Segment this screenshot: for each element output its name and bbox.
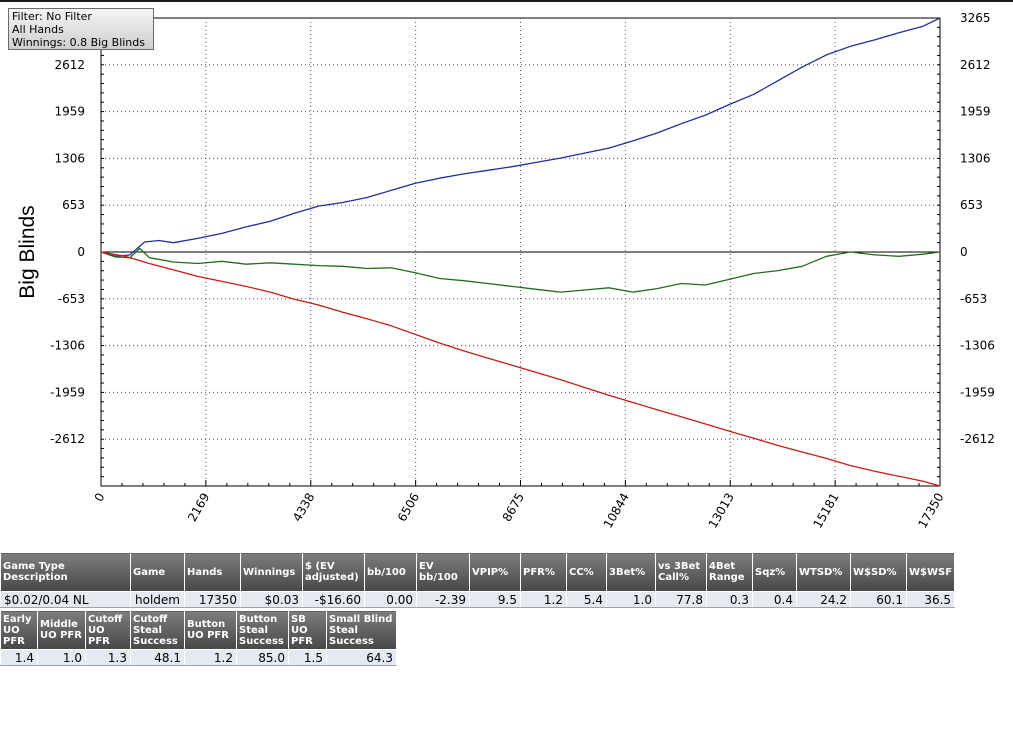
y-tick-label-left: 1959 [54,105,85,119]
y-tick-label-left: -2612 [50,432,85,446]
col-cutoff-uo-pfr[interactable]: Cutoff UO PFR [85,610,131,650]
cell-middle-uo-pfr: 1.0 [37,649,86,666]
cell-ev-adjusted: -$16.60 [302,591,365,608]
y-tick-labels-right: -2612 -1959 -1306 -653 0 653 1306 1959 2612 3265 [960,11,995,446]
y-tick-label-right: -653 [960,292,987,306]
cell-winnings: $0.03 [240,591,303,608]
table-row[interactable]: 1.4 1.0 1.3 48.1 1.2 85.0 1.5 64.3 [0,649,397,666]
table-row[interactable]: $0.02/0.04 NL holdem 17350 $0.03 -$16.60… [0,591,956,608]
col-wtsd[interactable]: WTSD% [796,552,851,592]
col-early-uo-pfr[interactable]: Early UO PFR [0,610,38,650]
x-tick-label: 10844 [601,491,632,531]
col-game[interactable]: Game [130,552,185,592]
col-sb-steal-success[interactable]: Small Blind Steal Success [326,610,397,650]
cell-cc: 5.4 [566,591,607,608]
cell-ev-bb-100: -2.39 [416,591,470,608]
x-tick-label: 6506 [395,491,422,524]
cell-game: holdem [130,591,185,608]
y-tick-label-right: 653 [960,198,983,212]
y-tick-label-left: -1306 [50,339,85,353]
y-tick-labels-left: -2612 -1959 -1306 -653 0 653 1306 1959 2612 [50,58,85,446]
col-pfr[interactable]: PFR% [520,552,567,592]
col-sqz[interactable]: Sqz% [752,552,797,592]
x-tick-label: 17350 [915,491,946,531]
cell-game-type: $0.02/0.04 NL [0,591,131,608]
col-3bet[interactable]: 3Bet% [606,552,656,592]
col-4bet-range[interactable]: 4Bet Range [706,552,753,592]
col-button-steal-success[interactable]: Button Steal Success [236,610,289,650]
y-tick-label-right: 3265 [960,11,991,25]
y-tick-label-right: -2612 [960,432,995,446]
cell-wwsf: 36.5 [905,591,956,608]
x-tick-label: 8675 [500,491,527,524]
y-tick-label-left: 0 [77,245,85,259]
x-tick-label: 15181 [810,491,841,531]
y-tick-label-left: -1959 [50,385,85,399]
cell-early-uo-pfr: 1.4 [0,649,38,666]
x-tick-labels: 0 2169 4338 6506 8675 10844 13013 15181 17350 [92,491,947,531]
cell-sb-steal-success: 64.3 [326,649,397,666]
y-tick-label-right: 1306 [960,151,991,165]
cell-hands: 17350 [184,591,241,608]
x-tick-label: 0 [92,491,108,505]
winnings-chart: -2612 -1959 -1306 -653 0 653 1306 1959 2612 -261… [50,11,995,531]
cell-vpip: 9.5 [469,591,521,608]
x-tick-label: 13013 [706,491,737,531]
x-tick-label: 2169 [185,491,212,524]
cell-sqz: 0.4 [752,591,797,608]
positional-header-row: Early UO PFR Middle UO PFR Cutoff UO PFR… [0,610,397,650]
cell-button-steal-success: 85.0 [236,649,289,666]
col-bb-100[interactable]: bb/100 [364,552,417,592]
cell-wsd: 60.1 [850,591,907,608]
winnings-line: Winnings: 0.8 Big Blinds [12,36,145,49]
cell-button-uo-pfr: 1.2 [184,649,237,666]
y-tick-label-left: 1306 [54,151,85,165]
cell-cutoff-uo-pfr: 1.3 [85,649,131,666]
col-hands[interactable]: Hands [184,552,241,592]
y-tick-label-right: -1306 [960,339,995,353]
y-tick-label-right: 2612 [960,58,991,72]
col-cutoff-steal-success[interactable]: Cutoff Steal Success [130,610,185,650]
col-ev-adjusted[interactable]: $ (EV adjusted) [302,552,365,592]
filter-info-box: Filter: No Filter All Hands Winnings: 0.… [8,8,154,50]
y-tick-label-left: -653 [58,292,85,306]
stats-table-positional: Early UO PFR Middle UO PFR Cutoff UO PFR… [0,610,397,666]
col-game-type[interactable]: Game Type Description [0,552,131,592]
col-ev-bb-100[interactable]: EV bb/100 [416,552,470,592]
col-winnings[interactable]: Winnings [240,552,303,592]
col-wwsf[interactable]: W$WSF [905,552,956,592]
y-tick-label-right: -1959 [960,385,995,399]
col-vs-3bet-call[interactable]: vs 3Bet Call% [655,552,707,592]
y-axis-label-text: Big Blinds [16,205,39,299]
cell-bb-100: 0.00 [364,591,417,608]
y-tick-label-right: 1959 [960,105,991,119]
cell-wtsd: 24.2 [796,591,851,608]
col-vpip[interactable]: VPIP% [469,552,521,592]
y-tick-label-left: 653 [62,198,85,212]
x-tick-label: 4338 [290,491,317,524]
cell-sb-uo-pfr: 1.5 [288,649,327,666]
cell-vs-3bet-call: 77.8 [655,591,707,608]
cell-cutoff-steal-success: 48.1 [130,649,185,666]
y-tick-label-left: 2612 [54,58,85,72]
y-tick-label-right: 0 [960,245,968,259]
cell-3bet: 1.0 [606,591,656,608]
col-button-uo-pfr[interactable]: Button UO PFR [184,610,237,650]
hands-line: All Hands [12,23,64,36]
cell-pfr: 1.2 [520,591,567,608]
col-sb-uo-pfr[interactable]: SB UO PFR [288,610,327,650]
stats-header-row: Game Type Description Game Hands Winning… [0,552,956,592]
filter-line: Filter: No Filter [12,10,92,23]
col-cc[interactable]: CC% [566,552,607,592]
col-middle-uo-pfr[interactable]: Middle UO PFR [37,610,86,650]
col-wsd[interactable]: W$SD% [850,552,907,592]
stats-table-main: Game Type Description Game Hands Winning… [0,552,956,608]
cell-4bet-range: 0.3 [706,591,753,608]
